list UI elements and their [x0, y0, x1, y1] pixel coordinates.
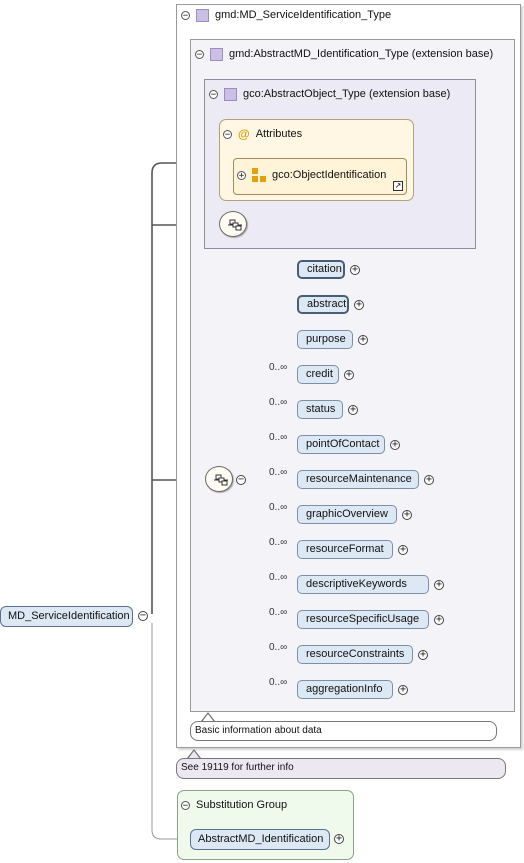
expand-icon[interactable]: +: [354, 300, 364, 310]
cardinality-label: 0..∞: [269, 502, 288, 513]
expand-icon[interactable]: +: [334, 834, 344, 844]
annotation-see-text: See 19119 for further info: [181, 762, 294, 773]
sequence-compositor-icon[interactable]: [219, 211, 247, 237]
collapse-icon[interactable]: −: [138, 611, 148, 621]
expand-icon[interactable]: +: [402, 510, 412, 520]
substitution-member[interactable]: AbstractMD_Identification: [190, 829, 330, 850]
expand-icon[interactable]: +: [348, 405, 358, 415]
expand-icon[interactable]: +: [434, 580, 444, 590]
cardinality-label: 0..∞: [269, 537, 288, 548]
cardinality-label: 0..∞: [269, 572, 288, 583]
attribute-group-box[interactable]: + gco:ObjectIdentification ↗: [233, 158, 407, 195]
annotation-see: See 19119 for further info: [176, 758, 506, 779]
expand-icon[interactable]: +: [418, 650, 428, 660]
attribute-group-label: gco:ObjectIdentification: [272, 169, 387, 181]
collapse-icon[interactable]: −: [181, 10, 190, 20]
annotation-basic-text: Basic information about data: [195, 725, 322, 736]
element-resourceConstraints[interactable]: resourceConstraints: [297, 645, 413, 664]
substitution-member-label: AbstractMD_Identification: [198, 833, 324, 845]
extension-panel-title: gmd:AbstractMD_Identification_Type (exte…: [229, 48, 494, 60]
element-graphicOverview[interactable]: graphicOverview: [297, 505, 397, 524]
link-arrow-icon[interactable]: ↗: [393, 181, 403, 191]
root-label: MD_ServiceIdentification: [8, 610, 130, 622]
object-type-panel-title: gco:AbstractObject_Type (extension base): [243, 88, 451, 100]
substitution-title: Substitution Group: [196, 799, 288, 811]
element-purpose[interactable]: purpose: [297, 330, 353, 349]
element-status[interactable]: status: [297, 400, 343, 419]
element-credit[interactable]: credit: [297, 365, 339, 384]
expand-icon[interactable]: +: [358, 335, 368, 345]
attribute-group-icon: [252, 168, 266, 182]
expand-icon[interactable]: +: [350, 265, 360, 275]
attributes-title: Attributes: [255, 128, 303, 140]
at-sign-icon: @: [238, 127, 250, 141]
complex-type-icon: [196, 8, 209, 22]
cardinality-label: 0..∞: [269, 642, 288, 653]
type-panel-title: gmd:MD_ServiceIdentification_Type: [215, 9, 392, 21]
element-aggregationInfo[interactable]: aggregationInfo: [297, 680, 393, 699]
element-pointOfContact[interactable]: pointOfContact: [297, 435, 385, 454]
element-resourceFormat[interactable]: resourceFormat: [297, 540, 393, 559]
collapse-icon[interactable]: −: [223, 129, 232, 139]
collapse-icon[interactable]: −: [236, 475, 246, 485]
cardinality-label: 0..∞: [269, 432, 288, 443]
annotation-basic: Basic information about data: [190, 721, 497, 741]
sequence-compositor-icon[interactable]: [205, 466, 233, 492]
element-descriptiveKeywords[interactable]: descriptiveKeywords: [297, 575, 429, 594]
element-citation[interactable]: citation: [297, 260, 345, 279]
expand-icon[interactable]: +: [398, 545, 408, 555]
cardinality-label: 0..∞: [269, 397, 288, 408]
element-resourceMaintenance[interactable]: resourceMaintenance: [297, 470, 419, 489]
expand-icon[interactable]: +: [398, 685, 408, 695]
expand-icon[interactable]: +: [424, 475, 434, 485]
element-abstract[interactable]: abstract: [297, 295, 349, 314]
collapse-icon[interactable]: −: [209, 89, 218, 99]
cardinality-label: 0..∞: [269, 362, 288, 373]
collapse-icon[interactable]: −: [181, 800, 190, 810]
root-element[interactable]: MD_ServiceIdentification: [0, 606, 133, 627]
cardinality-label: 0..∞: [269, 467, 288, 478]
attributes-box: − @ Attributes + gco:ObjectIdentificatio…: [219, 119, 414, 201]
expand-icon[interactable]: +: [237, 170, 246, 180]
complex-type-icon: [224, 87, 237, 101]
complex-type-icon: [210, 47, 223, 61]
cardinality-label: 0..∞: [269, 677, 288, 688]
expand-icon[interactable]: +: [434, 615, 444, 625]
element-resourceSpecificUsage[interactable]: resourceSpecificUsage: [297, 610, 429, 629]
expand-icon[interactable]: +: [344, 370, 354, 380]
expand-icon[interactable]: +: [390, 440, 400, 450]
collapse-icon[interactable]: −: [195, 49, 204, 59]
cardinality-label: 0..∞: [269, 607, 288, 618]
